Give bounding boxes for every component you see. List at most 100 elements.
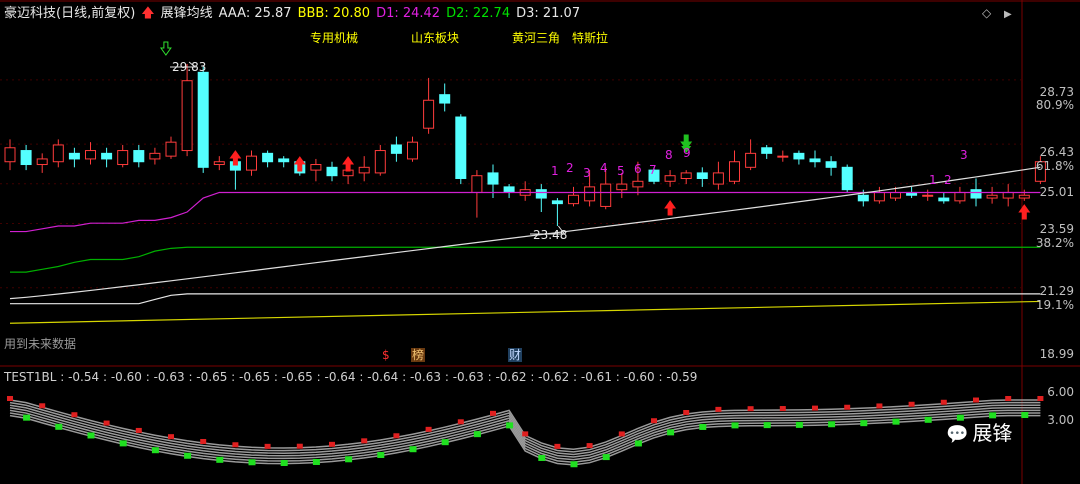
tag-concept-2[interactable]: 特斯拉 [572, 31, 608, 45]
ribbon-green-mark [248, 459, 256, 466]
kline-chart[interactable] [0, 0, 1080, 484]
ribbon-red-mark [296, 443, 303, 449]
candle-body [873, 191, 885, 202]
ma-line-d2 [10, 246, 1041, 273]
chart-header: 豪迈科技(日线,前复权) 🡅 展锋均线 AAA: 25.87 BBB: 20.80 D1:… [4, 6, 586, 22]
count-label: 7 [649, 163, 657, 177]
candle-body [857, 194, 869, 202]
ribbon-green-mark [860, 420, 868, 427]
candle-body [149, 152, 161, 160]
ribbon-red-mark [200, 438, 207, 444]
candle-body [954, 191, 966, 202]
ribbon-green-mark [989, 412, 997, 419]
candle-body [4, 147, 16, 163]
count-label: 2 [566, 161, 574, 175]
subchart-value: : -0.60 [99, 370, 142, 384]
tag-concept-1[interactable]: 黄河三角 [512, 31, 560, 45]
ribbon-red-mark [39, 403, 46, 409]
candle-body [809, 158, 821, 163]
ranking-marker[interactable]: 榜 [411, 348, 426, 362]
tag-region[interactable]: 山东板块 [411, 31, 459, 45]
ribbon-red-mark [715, 406, 722, 412]
ribbon-red-mark [135, 427, 142, 433]
candle-body [358, 166, 370, 174]
ribbon-green-mark [699, 423, 707, 430]
candle-body [181, 80, 193, 152]
count-label: 2 [944, 173, 952, 187]
count-label: 5 [617, 164, 625, 178]
ribbon-red-mark [908, 401, 915, 407]
ribbon-red-mark [683, 410, 690, 416]
candle-body [841, 166, 853, 191]
candle-body [584, 186, 596, 202]
count-label: 3 [583, 166, 591, 180]
candle-body [535, 189, 547, 199]
d1-value: D1: 24.42 [376, 6, 441, 21]
candle-body [133, 150, 145, 163]
ribbon-green-mark [55, 423, 63, 430]
dollar-marker[interactable]: $ [382, 348, 390, 362]
candle-body [310, 164, 322, 171]
diamond-icon[interactable]: ◇ [982, 6, 991, 20]
subchart-value: : -0.62 [483, 370, 527, 384]
subchart-value: : -0.63 [441, 370, 484, 384]
candle-body [600, 183, 612, 207]
price-tick: 21.29 [1039, 284, 1074, 298]
candle-body [85, 150, 96, 160]
ribbon-green-mark [570, 461, 578, 468]
bbb-value: BBB: 20.80 [297, 6, 371, 21]
subchart-title[interactable]: TEST1BL [4, 370, 56, 384]
candle-body [68, 152, 80, 160]
ribbon-green-mark [409, 446, 417, 453]
candle-body [390, 144, 402, 154]
candle-body [423, 99, 435, 129]
candle-body [745, 152, 757, 168]
stock-title[interactable]: 豪迈科技(日线,前复权) [4, 6, 135, 21]
ribbon-green-mark [634, 440, 642, 447]
candle-body [117, 150, 129, 166]
sub-tick: 6.00 [1047, 385, 1074, 399]
buy-arrow-icon [342, 156, 355, 172]
hollow-down-arrow-icon [159, 41, 172, 56]
candle-body [487, 172, 499, 185]
count-label: 6 [634, 162, 642, 176]
ribbon-red-mark [586, 443, 593, 449]
tag-industry[interactable]: 专用机械 [310, 31, 358, 45]
sub-tick: 3.00 [1047, 413, 1074, 427]
ribbon-green-mark [473, 431, 481, 438]
ribbon-green-mark [506, 422, 514, 429]
subchart-value: : -0.62 [526, 370, 570, 384]
candle-body [20, 150, 32, 166]
finance-marker[interactable]: 财 [508, 348, 523, 362]
candle-body [970, 189, 982, 199]
ribbon-green-mark [441, 439, 449, 446]
candle-body [278, 158, 290, 163]
indicator-name[interactable]: 展锋均线 [161, 6, 213, 21]
candle-body [938, 197, 950, 202]
ribbon-red-mark [457, 419, 464, 425]
candle-body [165, 141, 177, 157]
count-label: 3 [960, 148, 968, 162]
candle-body [825, 161, 837, 168]
candle-body [712, 172, 724, 185]
fib-tick: 19.1% [1035, 298, 1074, 312]
candle-body [696, 172, 708, 179]
wechat-watermark: 💬 展锋 [946, 420, 1012, 448]
ribbon-red-mark [393, 433, 400, 439]
candle-body [374, 150, 386, 174]
candle-body [922, 194, 934, 197]
count-label: 4 [600, 161, 608, 175]
ribbon-green-mark [184, 452, 192, 459]
fib-tick: 38.2% [1035, 236, 1074, 250]
price-tick: 18.99 [1039, 347, 1074, 361]
play-icon[interactable]: ▶ [1004, 8, 1012, 22]
ribbon-green-mark [763, 422, 771, 429]
candle-body [407, 141, 418, 160]
candle-body [551, 200, 563, 205]
ribbon-green-mark [377, 451, 385, 458]
ribbon-green-mark [151, 447, 159, 454]
ribbon-red-mark [232, 442, 239, 448]
ma-line-bbb [9, 300, 1041, 324]
candle-body [793, 152, 805, 160]
ribbon-green-mark [119, 440, 127, 447]
